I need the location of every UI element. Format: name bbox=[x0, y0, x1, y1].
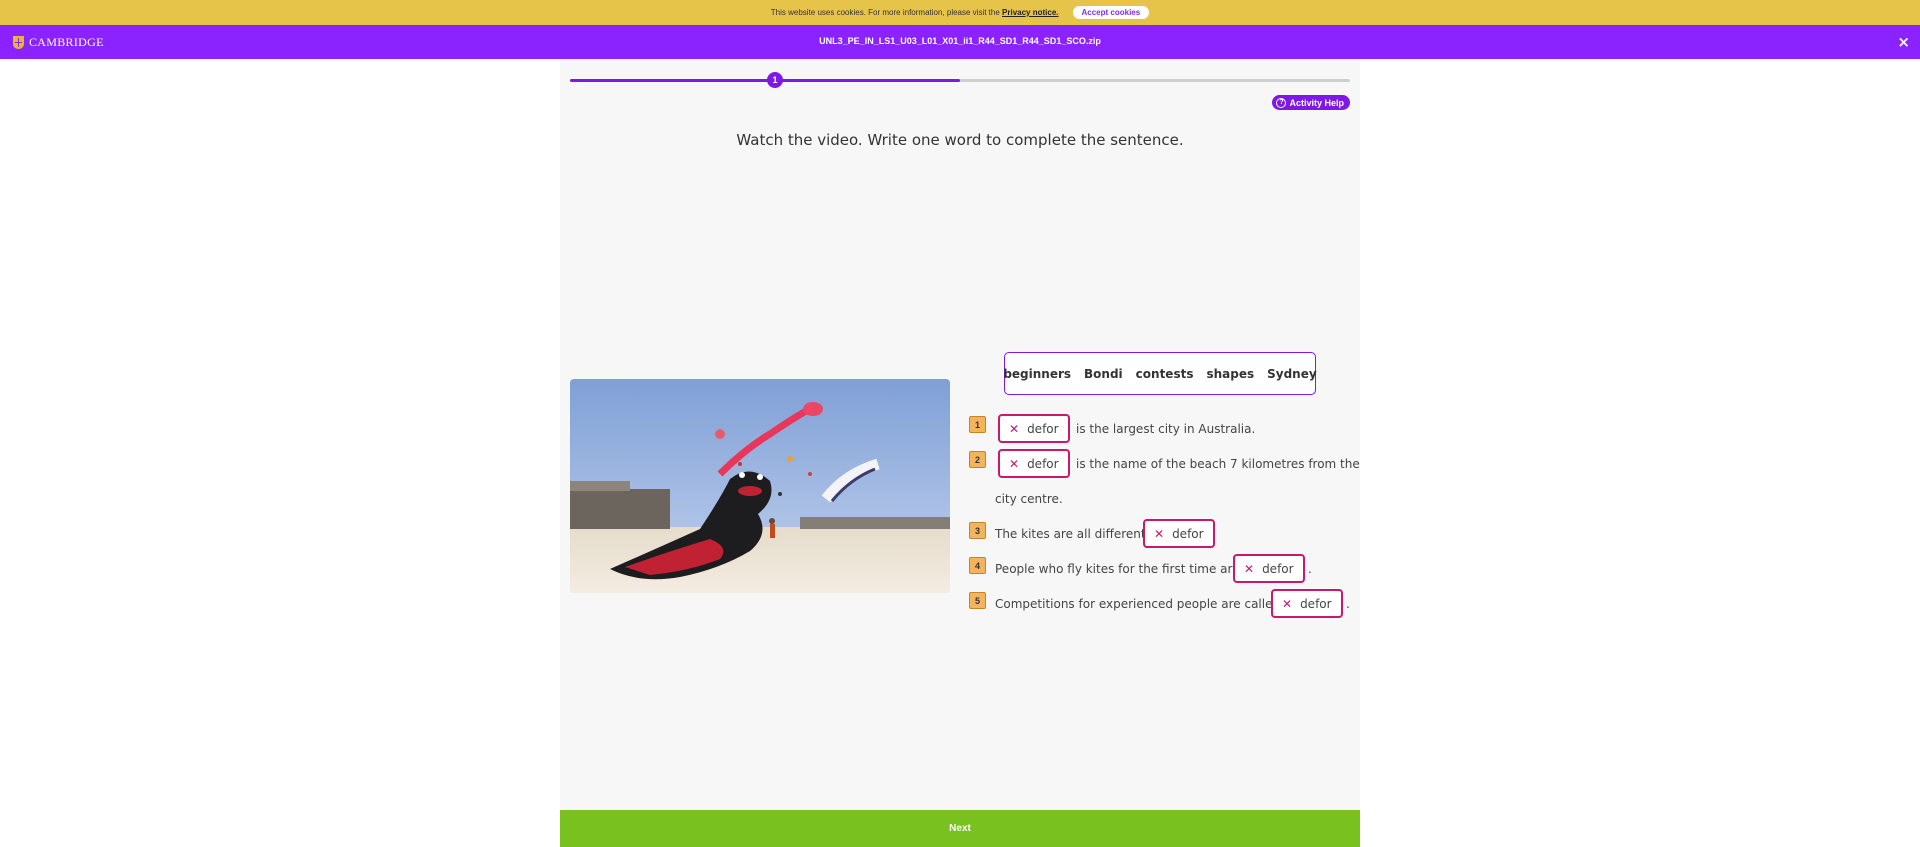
question-text-end: . bbox=[1308, 562, 1312, 576]
answer-field[interactable]: ✕ defor bbox=[1143, 519, 1215, 548]
cross-icon: ✕ bbox=[1154, 526, 1165, 541]
question-text-continued: city centre. bbox=[995, 492, 1063, 506]
answer-value: defor bbox=[1262, 561, 1294, 576]
answer-field[interactable]: ✕ defor bbox=[1271, 589, 1343, 618]
answer-value: defor bbox=[1300, 596, 1332, 611]
answer-value: defor bbox=[1027, 421, 1059, 436]
word-bank-item: beginners bbox=[1003, 366, 1072, 381]
progress-fill bbox=[570, 79, 960, 82]
cookie-message: This website uses cookies. For more info… bbox=[771, 8, 1059, 17]
cookie-banner: This website uses cookies. For more info… bbox=[0, 0, 1920, 25]
question-icon: ? bbox=[1276, 97, 1287, 108]
word-bank-item: contests bbox=[1135, 366, 1194, 381]
cookie-text: This website uses cookies. For more info… bbox=[770, 8, 1000, 17]
answer-field[interactable]: ✕ defor bbox=[998, 449, 1070, 478]
question-text-end: . bbox=[1346, 597, 1350, 611]
word-bank: beginners Bondi contests shapes Sydney bbox=[1003, 352, 1317, 395]
instruction-text: Watch the video. Write one word to compl… bbox=[736, 131, 1184, 149]
activity-help-label: Activity Help bbox=[1289, 97, 1344, 108]
cross-icon: ✕ bbox=[1009, 456, 1020, 471]
next-button[interactable]: Next bbox=[560, 810, 1360, 847]
cross-icon: ✕ bbox=[1009, 421, 1020, 436]
word-bank-item: Bondi bbox=[1084, 366, 1123, 381]
cross-icon: ✕ bbox=[1282, 596, 1293, 611]
kite-festival-photo bbox=[570, 379, 950, 593]
cross-icon: ✕ bbox=[1244, 561, 1255, 576]
answer-value: defor bbox=[1027, 456, 1059, 471]
question-text: is the largest city in Australia. bbox=[1076, 422, 1256, 436]
question-number: 3 bbox=[969, 522, 986, 539]
privacy-notice-link[interactable]: Privacy notice. bbox=[1002, 8, 1058, 17]
question-text: is the name of the beach 7 kilometres fr… bbox=[1076, 457, 1360, 471]
question-number: 5 bbox=[969, 592, 986, 609]
word-bank-item: Sydney bbox=[1267, 366, 1317, 381]
close-icon[interactable]: × bbox=[1897, 33, 1910, 51]
answer-field[interactable]: ✕ defor bbox=[998, 414, 1070, 443]
activity-panel: 1 ? Activity Help Watch the video. Write… bbox=[560, 59, 1360, 847]
question-number: 1 bbox=[969, 416, 986, 433]
activity-help-button[interactable]: ? Activity Help bbox=[1272, 95, 1350, 110]
question-number: 4 bbox=[969, 557, 986, 574]
question-number: 2 bbox=[969, 451, 986, 468]
answer-field[interactable]: ✕ defor bbox=[1233, 554, 1305, 583]
question-text: Competitions for experienced people are … bbox=[995, 597, 1281, 611]
question-text: The kites are all different bbox=[995, 527, 1146, 541]
progress-step-marker: 1 bbox=[767, 72, 783, 88]
progress-bar: 1 bbox=[570, 72, 1350, 88]
accept-cookies-button[interactable]: Accept cookies bbox=[1072, 6, 1150, 19]
question-text: People who fly kites for the first time … bbox=[995, 562, 1240, 576]
top-bar: CAMBRIDGE UNL3_PE_IN_LS1_U03_L01_X01_ii1… bbox=[0, 25, 1920, 59]
word-bank-item: shapes bbox=[1206, 366, 1255, 381]
answer-value: defor bbox=[1172, 526, 1204, 541]
file-title: UNL3_PE_IN_LS1_U03_L01_X01_ii1_R44_SD1_R… bbox=[819, 36, 1101, 46]
